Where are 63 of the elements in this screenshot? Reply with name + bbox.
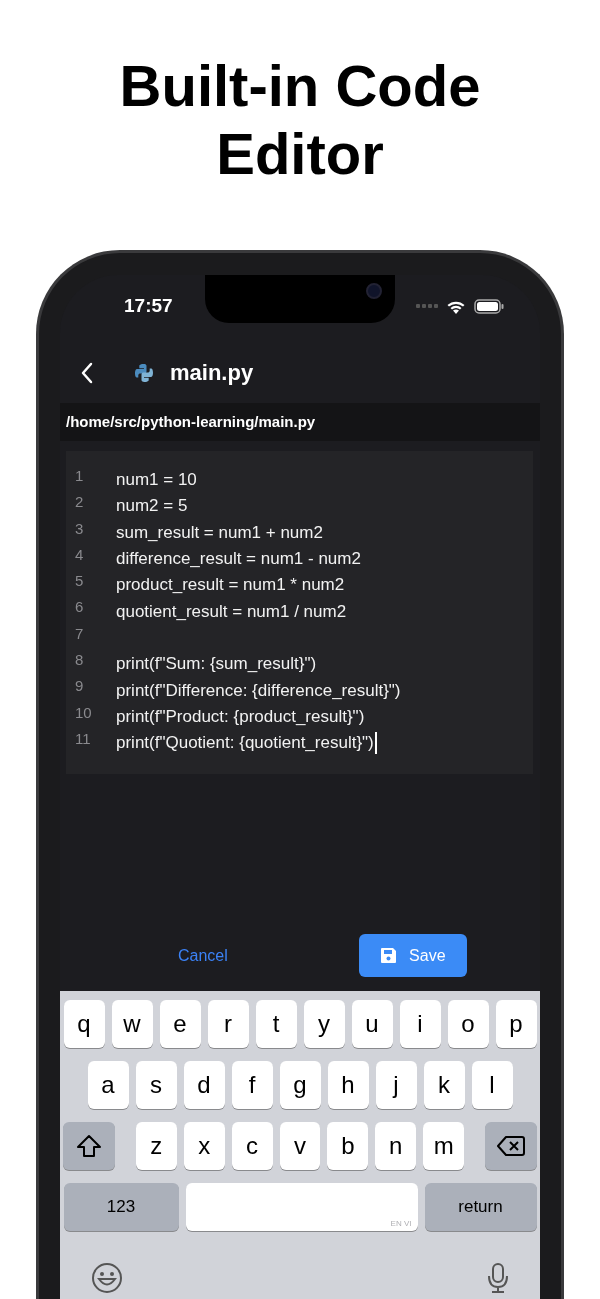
keyboard-key[interactable]: w [111,1000,153,1048]
line-number: 6 [74,598,85,616]
keyboard-key[interactable]: e [159,1000,201,1048]
keyboard-key[interactable]: s [135,1061,177,1109]
line-number: 8 [74,651,85,669]
keyboard-key[interactable]: u [351,1000,393,1048]
line-number: 4 [74,545,85,563]
python-logo-icon [134,363,154,383]
code-editor[interactable] [66,451,533,774]
keyboard-key[interactable]: z [135,1122,177,1170]
line-number: 9 [74,677,85,695]
keyboard-key[interactable]: k [423,1061,465,1109]
shift-key[interactable] [63,1122,115,1170]
line-number: 7 [74,624,85,642]
headline: Built-in Code Editor [118,52,482,188]
battery-icon [474,298,504,314]
keyboard-key[interactable]: i [399,1000,441,1048]
keyboard-key[interactable]: o [447,1000,489,1048]
line-number: 5 [74,572,85,590]
code-line: num1 = 10 [116,470,197,491]
code-line: print(f"Quotient: {quotient_result}") [116,733,374,754]
code-line: sum_result = num1 + num2 [116,522,323,543]
status-time: 17:57 [124,295,173,317]
code-line: print(f"Difference: {difference_result}") [116,680,401,701]
line-number: 10 [74,703,93,721]
keyboard-key[interactable]: c [231,1122,273,1170]
keyboard-key[interactable]: l [471,1061,513,1109]
code-line: num2 = 5 [116,496,188,517]
keyboard-key[interactable]: b [327,1122,369,1170]
keyboard-key[interactable]: m [423,1122,465,1170]
code-line: product_result = num1 * num2 [116,575,345,596]
file-path: /home/src/python-learning/main.py [60,403,540,441]
code-line: difference_result = num1 - num2 [116,549,361,570]
line-number: 3 [74,519,85,537]
keyboard-key[interactable]: y [303,1000,345,1048]
back-icon[interactable] [80,362,94,384]
numbers-key[interactable]: 123 [63,1183,179,1231]
keyboard-key[interactable]: h [327,1061,369,1109]
cancel-button[interactable]: Cancel [174,942,232,969]
signal-icon [416,304,438,308]
line-number: 1 [74,467,85,484]
code-line: print(f"Sum: {sum_result}") [116,654,317,675]
line-number: 2 [74,493,85,511]
keyboard-key[interactable]: j [375,1061,417,1109]
code-line: quotient_result = num1 / num2 [116,601,347,622]
keyboard-key[interactable]: q [63,1000,105,1048]
line-number: 11 [74,729,92,747]
keyboard-key[interactable]: a [87,1061,129,1109]
delete-icon [497,1135,526,1157]
code-line: print(f"Product: {product_result}") [116,706,365,727]
return-key[interactable]: return [424,1183,537,1231]
keyboard-key[interactable]: r [207,1000,249,1048]
shift-icon [75,1134,102,1158]
keyboard-key[interactable]: x [183,1122,225,1170]
keyboard-key[interactable]: d [183,1061,225,1109]
keyboard-key[interactable]: p [495,1000,537,1048]
keyboard-key[interactable]: f [231,1061,273,1109]
delete-key[interactable] [485,1122,537,1170]
keyboard-key[interactable]: v [279,1122,321,1170]
keyboard-key[interactable]: g [279,1061,321,1109]
keyboard-key[interactable]: n [375,1122,417,1170]
keyboard-key[interactable]: t [255,1000,297,1048]
file-title: main.py [170,360,254,386]
